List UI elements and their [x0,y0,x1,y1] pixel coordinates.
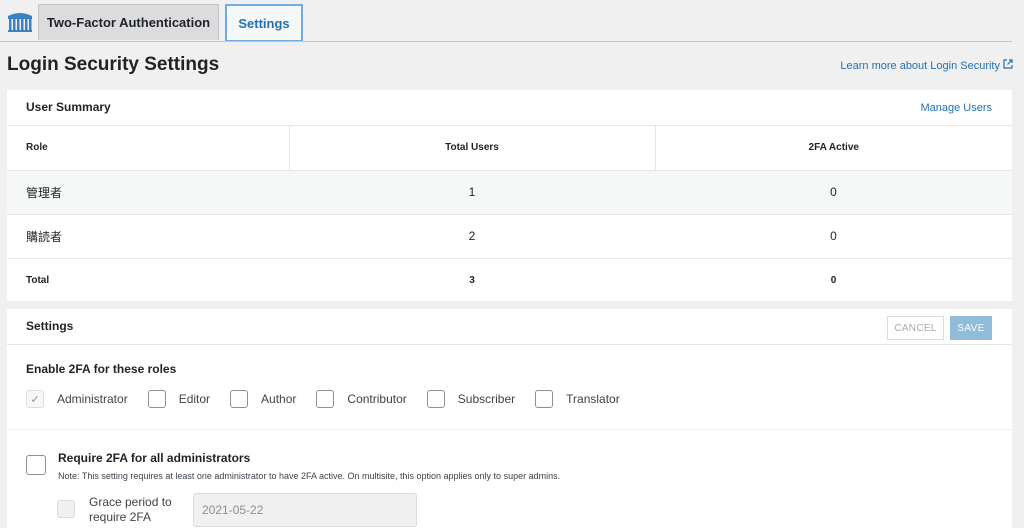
role-cell: 購読者 [7,214,289,259]
column-header-2fa-active: 2FA Active [655,126,1012,171]
user-summary-title: User Summary [26,100,111,114]
top-navigation: Two-Factor Authentication Settings [0,0,1024,42]
column-header-role: Role [7,126,290,171]
require-2fa-admins-title: Require 2FA for all administrators [58,451,251,465]
role-label: Translator [566,392,620,406]
settings-title: Settings [26,319,74,333]
total-users-cell: 1 [289,170,655,215]
external-link-icon [1003,59,1013,72]
role-subscriber[interactable]: Subscriber [426,390,516,408]
role-label: Contributor [347,392,407,406]
require-2fa-admins-checkbox[interactable] [26,455,46,475]
user-summary-header: User Summary Manage Users [7,90,1012,126]
table-row: 購読者 2 0 [7,214,1012,259]
section-divider [7,429,1012,430]
tab-settings[interactable]: Settings [225,4,303,42]
total-label-cell: Total [26,274,50,286]
role-label: Subscriber [457,392,516,406]
administrator-checkbox[interactable]: ✓ [26,390,44,408]
column-header-total-users: Total Users [289,126,656,171]
role-translator[interactable]: Translator [535,390,620,408]
role-cell: 管理者 [7,170,289,215]
tab-two-factor-authentication[interactable]: Two-Factor Authentication [38,4,219,40]
role-administrator[interactable]: ✓ Administrator [26,390,128,408]
learn-more-label: Learn more about Login Security [840,59,1000,72]
2fa-active-sum-cell: 0 [830,274,837,286]
user-summary-panel: User Summary Manage Users Role Total Use… [7,90,1012,301]
learn-more-link[interactable]: Learn more about Login Security [840,59,1013,72]
settings-panel: Settings CANCEL SAVE Enable 2FA for thes… [7,309,1012,528]
page-title: Login Security Settings [7,54,220,75]
wordfence-logo-icon [6,10,34,34]
table-row: 管理者 1 0 [7,170,1012,215]
checkmark-icon: ✓ [30,393,40,406]
cancel-button[interactable]: CANCEL [887,316,944,340]
role-contributor[interactable]: Contributor [316,390,407,408]
total-users-cell: 2 [289,214,655,259]
role-editor[interactable]: Editor [147,390,211,408]
table-total-row: Total 3 0 [7,258,1012,302]
role-author[interactable]: Author [230,390,296,408]
2fa-active-cell: 0 [655,170,1012,215]
editor-checkbox[interactable] [147,390,166,408]
save-button[interactable]: SAVE [950,316,992,340]
2fa-active-cell: 0 [655,214,1012,259]
enable-roles-label: Enable 2FA for these roles [26,362,177,376]
user-summary-table: Role Total Users 2FA Active 管理者 1 0 購読者 … [7,126,1012,302]
grace-period-checkbox[interactable] [57,500,75,518]
table-header-row: Role Total Users 2FA Active [7,126,1012,171]
grace-period-label: Grace period to require 2FA [89,495,172,524]
total-users-sum-cell: 3 [469,274,475,286]
role-label: Editor [178,392,211,406]
author-checkbox[interactable] [230,390,249,408]
grace-period-date-input[interactable] [193,493,417,527]
role-label: Author [261,392,297,406]
require-2fa-admins-note: Note: This setting requires at least one… [58,471,561,481]
tab-divider [0,41,1012,42]
translator-checkbox[interactable] [535,390,554,408]
manage-users-link[interactable]: Manage Users [920,102,992,114]
settings-header: Settings CANCEL SAVE [7,309,1012,345]
contributor-checkbox[interactable] [316,390,335,408]
role-checkbox-group: ✓ Administrator Editor Author Contributo… [26,388,640,410]
subscriber-checkbox[interactable] [426,390,445,408]
role-label: Administrator [57,392,128,406]
